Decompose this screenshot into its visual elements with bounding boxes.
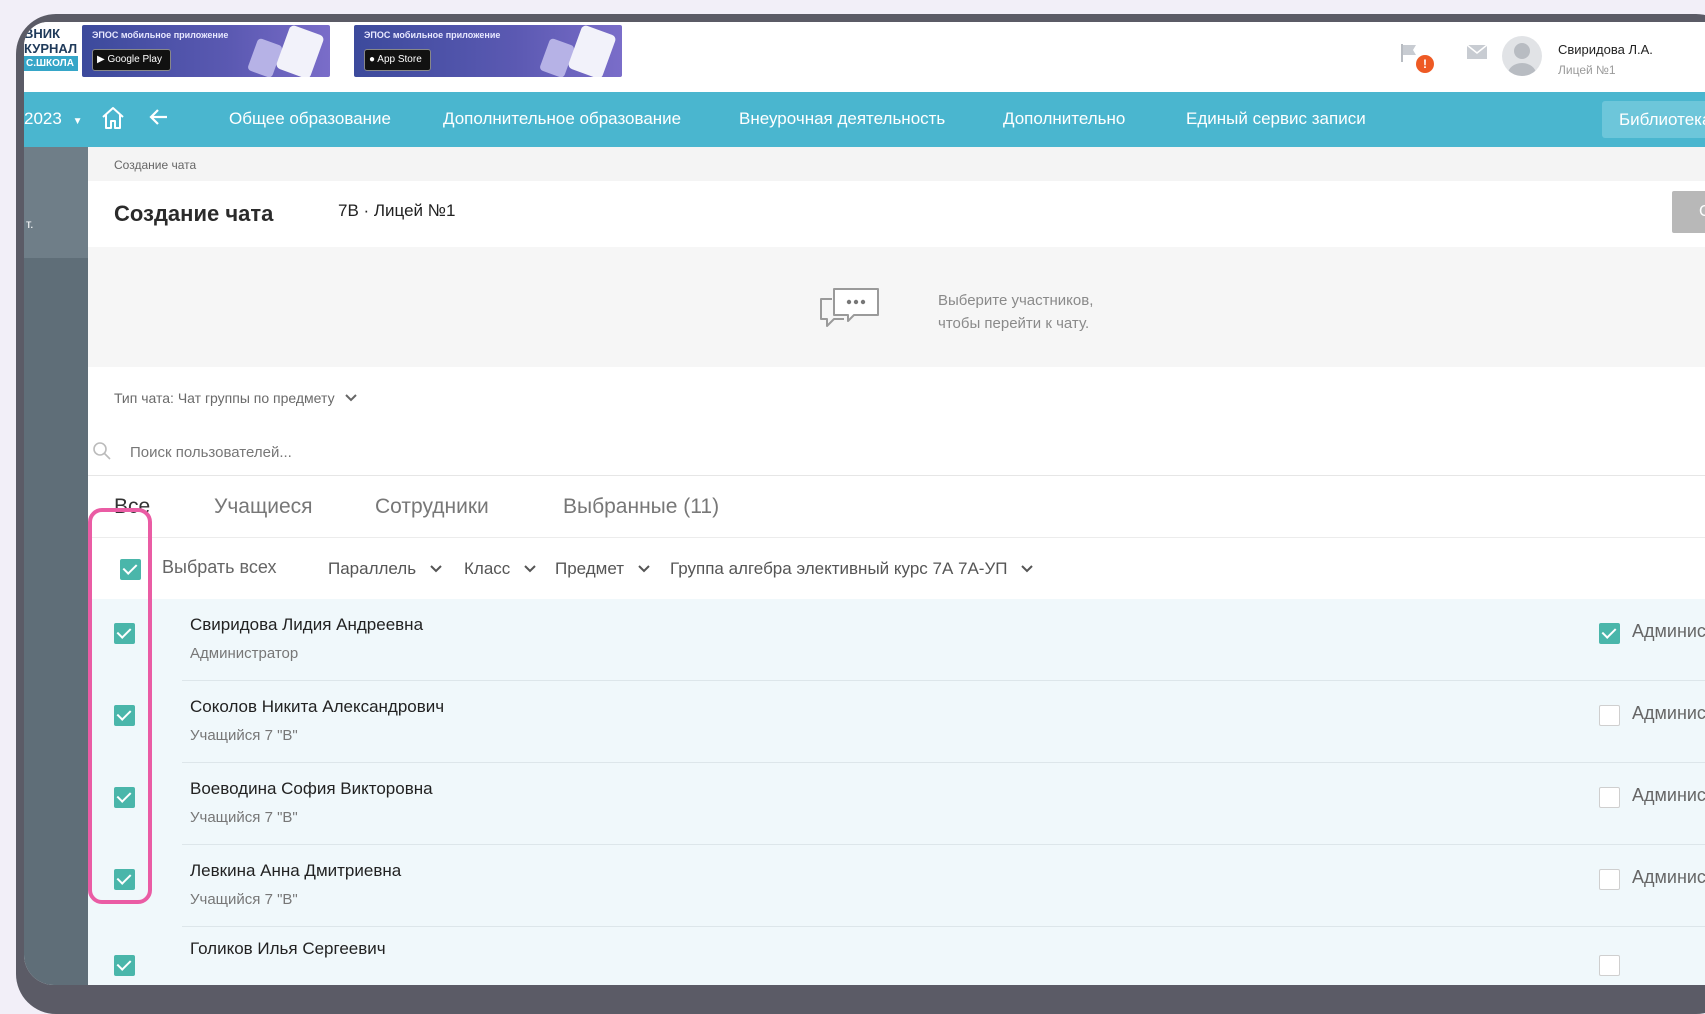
chevron-down-icon: [524, 565, 536, 573]
admin-checkbox[interactable]: [1599, 955, 1620, 976]
search-input[interactable]: [128, 437, 732, 467]
chat-bubbles-icon: [818, 283, 882, 336]
table-row[interactable]: Воеводина София Викторовна Учащийся 7 "В…: [88, 763, 1705, 845]
nav-additional[interactable]: Дополнительно: [1003, 109, 1125, 129]
google-play-badge: ▶ Google Play: [92, 49, 171, 71]
admin-label: Админис: [1632, 703, 1705, 723]
user-name: Свиридова Лидия Андреевна: [190, 615, 424, 634]
google-play-banner[interactable]: ЭПОС мобильное приложение ▶ Google Play: [82, 25, 330, 77]
breadcrumb-item[interactable]: Создание чата: [114, 158, 196, 172]
user-role: Администратор: [190, 645, 299, 662]
user-name: Воеводина София Викторовна: [190, 779, 433, 798]
banner-title: ЭПОС мобильное приложение: [92, 30, 229, 40]
user-name[interactable]: Свиридова Л.А.: [1558, 42, 1653, 57]
nav-additional-education[interactable]: Дополнительное образование: [443, 109, 681, 129]
logo-line: ВНИК: [24, 26, 61, 41]
table-row[interactable]: Голиков Илья Сергеевич: [88, 927, 1705, 985]
chevron-down-icon: [345, 394, 358, 402]
banner-title: ЭПОС мобильное приложение: [364, 30, 501, 40]
notification-badge: !: [1416, 55, 1434, 73]
chat-type-label: Тип чата:: [114, 390, 174, 406]
table-row[interactable]: Соколов Никита Александрович Учащийся 7 …: [88, 681, 1705, 763]
user-role: Учащийся 7 "В": [190, 809, 298, 826]
tab-staff[interactable]: Сотрудники: [375, 495, 489, 519]
filter-parallel[interactable]: Параллель: [328, 559, 443, 579]
filter-label: Группа алгебра элективный курс 7А 7А-УП: [670, 559, 1008, 578]
tab-selected[interactable]: Выбранные (11): [563, 495, 719, 519]
app-screen: ВНИК КУРНАЛ С.ШКОЛА ЭПОС мобильное прило…: [24, 22, 1705, 985]
participant-tabs: Все Учащиеся Сотрудники Выбранные (11): [88, 477, 1705, 538]
admin-checkbox[interactable]: [1599, 705, 1620, 726]
admin-checkbox[interactable]: [1599, 869, 1620, 890]
top-bar: ВНИК КУРНАЛ С.ШКОЛА ЭПОС мобильное прило…: [24, 22, 1705, 92]
filter-subject[interactable]: Предмет: [555, 559, 651, 579]
play-icon: ▶: [97, 54, 108, 65]
breadcrumb: Создание чата: [88, 147, 1705, 181]
main-nav: 2023 ▼ Общее образование Дополнительное …: [24, 92, 1705, 147]
user-search: [88, 427, 1705, 476]
filter-group[interactable]: Группа алгебра элективный курс 7А 7А-УП: [670, 559, 1034, 579]
admin-label: Админис: [1632, 867, 1705, 887]
admin-checkbox[interactable]: [1599, 623, 1620, 644]
user-school: Лицей №1: [1558, 63, 1616, 77]
caret-down-icon: ▼: [72, 116, 83, 127]
logo-line: КУРНАЛ: [24, 41, 78, 56]
app-store-badge: ● App Store: [364, 49, 431, 71]
admin-label: Админис: [1632, 785, 1705, 805]
select-all-label: Выбрать всех: [162, 557, 277, 577]
filter-bar: Выбрать всех Параллель Класс Предмет Гру…: [88, 539, 1705, 599]
user-name: Соколов Никита Александрович: [190, 697, 445, 716]
sidebar: т.: [24, 147, 88, 985]
year-label: 2023: [24, 109, 62, 128]
nav-enrollment-service[interactable]: Единый сервис записи: [1186, 109, 1366, 129]
logo-line: С.ШКОЛА: [24, 56, 78, 71]
tab-students[interactable]: Учащиеся: [214, 495, 313, 519]
chevron-down-icon: [1021, 565, 1033, 573]
empty-state: Выберите участников, чтобы перейти к чат…: [88, 247, 1705, 367]
home-icon[interactable]: [100, 105, 126, 136]
avatar[interactable]: [1502, 36, 1542, 76]
admin-checkbox[interactable]: [1599, 787, 1620, 808]
user-role: Учащийся 7 "В": [190, 891, 298, 908]
filter-label: Параллель: [328, 559, 417, 578]
chevron-down-icon: [430, 565, 442, 573]
filter-label: Предмет: [555, 559, 625, 578]
admin-label: Админис: [1632, 621, 1705, 641]
mail-icon[interactable]: [1466, 44, 1488, 65]
chat-type-selector[interactable]: Тип чата: Чат группы по предмету: [114, 390, 358, 406]
back-arrow-icon[interactable]: [148, 106, 170, 133]
user-name: Левкина Анна Дмитриевна: [190, 861, 402, 880]
sidebar-item-label: т.: [26, 217, 34, 231]
user-select-checkbox[interactable]: [114, 955, 135, 976]
user-role: Учащийся 7 "В": [190, 727, 298, 744]
logo[interactable]: ВНИК КУРНАЛ С.ШКОЛА: [24, 26, 78, 76]
checkbox-column-highlight: [88, 508, 152, 904]
empty-hint: Выберите участников, чтобы перейти к чат…: [938, 292, 1094, 332]
filter-class[interactable]: Класс: [464, 559, 537, 579]
store-label: App Store: [377, 54, 422, 65]
table-row[interactable]: Свиридова Лидия Андреевна Администратор …: [88, 599, 1705, 681]
class-school-label: 7В · Лицей №1: [338, 201, 456, 220]
main-content: Создание чата Создание чата 7В · Лицей №…: [88, 147, 1705, 985]
phone-illustration: [275, 25, 325, 77]
nav-extracurricular[interactable]: Внеурочная деятельность: [739, 109, 945, 129]
app-store-banner[interactable]: ЭПОС мобильное приложение ● App Store: [354, 25, 622, 77]
nav-general-education[interactable]: Общее образование: [229, 109, 391, 129]
search-icon: [93, 442, 111, 460]
phone-illustration: [567, 25, 617, 77]
store-label: Google Play: [107, 54, 162, 65]
table-row[interactable]: Левкина Анна Дмитриевна Учащийся 7 "В" А…: [88, 845, 1705, 927]
create-chat-button[interactable]: Создать: [1672, 191, 1705, 233]
sidebar-active-item[interactable]: т.: [24, 147, 88, 258]
filter-label: Класс: [464, 559, 511, 578]
chevron-down-icon: [638, 565, 650, 573]
user-name: Голиков Илья Сергеевич: [190, 939, 386, 958]
page-title: Создание чата: [114, 201, 274, 226]
year-selector[interactable]: 2023 ▼: [24, 109, 82, 129]
library-button[interactable]: Библиотека: [1602, 101, 1705, 138]
chat-type-value: Чат группы по предмету: [177, 390, 335, 406]
